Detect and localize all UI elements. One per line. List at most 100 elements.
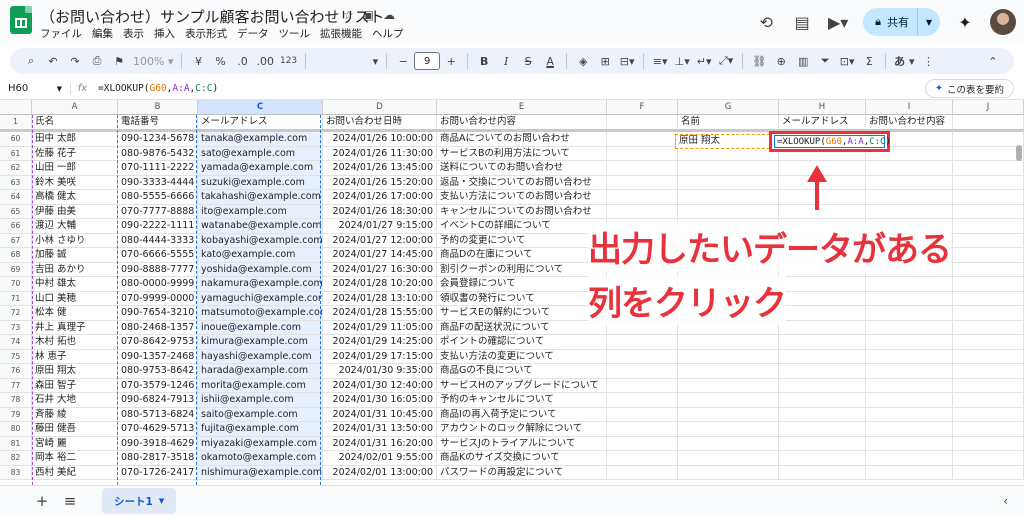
cell[interactable]: 割引クーポンの利用について: [437, 262, 607, 276]
cell[interactable]: [866, 175, 953, 189]
row-number[interactable]: 1: [0, 115, 32, 129]
menu-item[interactable]: 表示形式: [185, 26, 227, 41]
cell[interactable]: [779, 393, 866, 407]
cell[interactable]: [953, 378, 1024, 392]
menu-item[interactable]: ファイル: [40, 26, 82, 41]
document-title[interactable]: （お問い合わせ）サンプル顧客お問い合わせリスト: [40, 6, 385, 27]
lookup-value-cell[interactable]: 原田 翔太: [675, 134, 770, 149]
avatar[interactable]: [990, 9, 1016, 35]
cell[interactable]: 080-5555-6666: [118, 190, 198, 204]
collapse-toolbar-icon[interactable]: ⌃: [982, 50, 1004, 72]
cell[interactable]: 070-8642-9753: [118, 335, 198, 349]
insert-comment-icon[interactable]: ⊕: [770, 50, 792, 72]
cell[interactable]: 070-6666-5555: [118, 248, 198, 262]
row-number[interactable]: 78: [0, 393, 32, 407]
cell[interactable]: 2024/01/29 11:05:00: [323, 320, 437, 334]
cell[interactable]: [866, 364, 953, 378]
cell[interactable]: 2024/01/27 9:15:00: [323, 219, 437, 233]
cell[interactable]: [607, 378, 678, 392]
menu-item[interactable]: データ: [237, 26, 269, 41]
cell[interactable]: [607, 175, 678, 189]
cell[interactable]: [953, 248, 1024, 262]
cell[interactable]: 080-9753-8642: [118, 364, 198, 378]
bold-button[interactable]: B: [473, 50, 495, 72]
share-button[interactable]: 🔒︎ 共有 ▼: [863, 8, 940, 36]
gemini-sparkle-icon[interactable]: ✦: [954, 11, 976, 33]
cell[interactable]: [678, 204, 779, 218]
cell[interactable]: 2024/01/26 18:30:00: [323, 204, 437, 218]
cell[interactable]: 2024/01/28 15:55:00: [323, 306, 437, 320]
menu-item[interactable]: 挿入: [154, 26, 175, 41]
cell[interactable]: 2024/01/30 9:35:00: [323, 364, 437, 378]
row-number[interactable]: 74: [0, 335, 32, 349]
cell[interactable]: サービスBの利用方法について: [437, 146, 607, 160]
cell[interactable]: [678, 335, 779, 349]
cell[interactable]: 090-3918-4629: [118, 436, 198, 450]
cell[interactable]: [866, 422, 953, 436]
cell[interactable]: [953, 277, 1024, 291]
cell[interactable]: [607, 422, 678, 436]
cell[interactable]: [866, 407, 953, 421]
cell[interactable]: [607, 349, 678, 363]
cell[interactable]: 090-8888-7777: [118, 262, 198, 276]
cell[interactable]: [866, 306, 953, 320]
row-number[interactable]: 83: [0, 465, 32, 479]
row-number[interactable]: 81: [0, 436, 32, 450]
cell[interactable]: 2024/01/29 17:15:00: [323, 349, 437, 363]
column-header-d[interactable]: D: [323, 100, 437, 114]
horizontal-align-icon[interactable]: ≡▾: [649, 50, 671, 72]
cell[interactable]: [779, 422, 866, 436]
cell[interactable]: [866, 393, 953, 407]
cell[interactable]: 2024/01/29 14:25:00: [323, 335, 437, 349]
cell[interactable]: パスワードの再設定について: [437, 465, 607, 479]
menu-item[interactable]: 編集: [92, 26, 113, 41]
cell[interactable]: 070-3579-1246: [118, 378, 198, 392]
cell[interactable]: [953, 407, 1024, 421]
cell[interactable]: サービスEの解約について: [437, 306, 607, 320]
cell[interactable]: [779, 451, 866, 465]
cell[interactable]: [953, 115, 1024, 129]
search-menus-icon[interactable]: ⌕: [20, 50, 42, 72]
cell[interactable]: [866, 349, 953, 363]
row-number[interactable]: 62: [0, 161, 32, 175]
cell[interactable]: [779, 436, 866, 450]
move-folder-icon[interactable]: ▣: [363, 8, 374, 22]
percent-format-button[interactable]: %: [209, 50, 231, 72]
cell[interactable]: [607, 161, 678, 175]
zoom-select[interactable]: 100% ▾: [130, 50, 176, 72]
merge-cells-icon[interactable]: ⊟▾: [616, 50, 638, 72]
cell[interactable]: 2024/01/31 16:20:00: [323, 436, 437, 450]
cell[interactable]: 090-2222-1111: [118, 219, 198, 233]
row-number[interactable]: 82: [0, 451, 32, 465]
cell[interactable]: [607, 335, 678, 349]
cell[interactable]: 2024/01/27 14:45:00: [323, 248, 437, 262]
cell[interactable]: 2024/01/31 10:45:00: [323, 407, 437, 421]
cell[interactable]: [953, 262, 1024, 276]
cell[interactable]: お問い合わせ日時: [323, 115, 437, 129]
cell[interactable]: 090-1234-5678: [118, 132, 198, 146]
cell[interactable]: [607, 204, 678, 218]
cell[interactable]: [866, 378, 953, 392]
cell[interactable]: [953, 175, 1024, 189]
column-header-c[interactable]: C: [198, 100, 323, 114]
column-header-g[interactable]: G: [678, 100, 779, 114]
cell[interactable]: [678, 465, 779, 479]
cell[interactable]: 070-9999-0000: [118, 291, 198, 305]
cell[interactable]: [678, 393, 779, 407]
vertical-scrollbar[interactable]: [1016, 145, 1022, 161]
row-number[interactable]: 60: [0, 132, 32, 146]
sheets-logo-icon[interactable]: [10, 6, 32, 34]
cell[interactable]: 090-3333-4444: [118, 175, 198, 189]
cell[interactable]: [953, 465, 1024, 479]
cell[interactable]: [678, 378, 779, 392]
add-sheet-button[interactable]: +: [28, 487, 56, 515]
sheet-tab[interactable]: シート1 ▼: [102, 488, 177, 514]
cell[interactable]: [678, 407, 779, 421]
cell[interactable]: [866, 161, 953, 175]
cell[interactable]: [953, 146, 1024, 160]
cell[interactable]: お問い合わせ内容: [866, 115, 953, 129]
cell[interactable]: [953, 219, 1024, 233]
column-header-f[interactable]: F: [607, 100, 678, 114]
cell[interactable]: 商品Aについてのお問い合わせ: [437, 132, 607, 146]
cell[interactable]: 領収書の発行について: [437, 291, 607, 305]
